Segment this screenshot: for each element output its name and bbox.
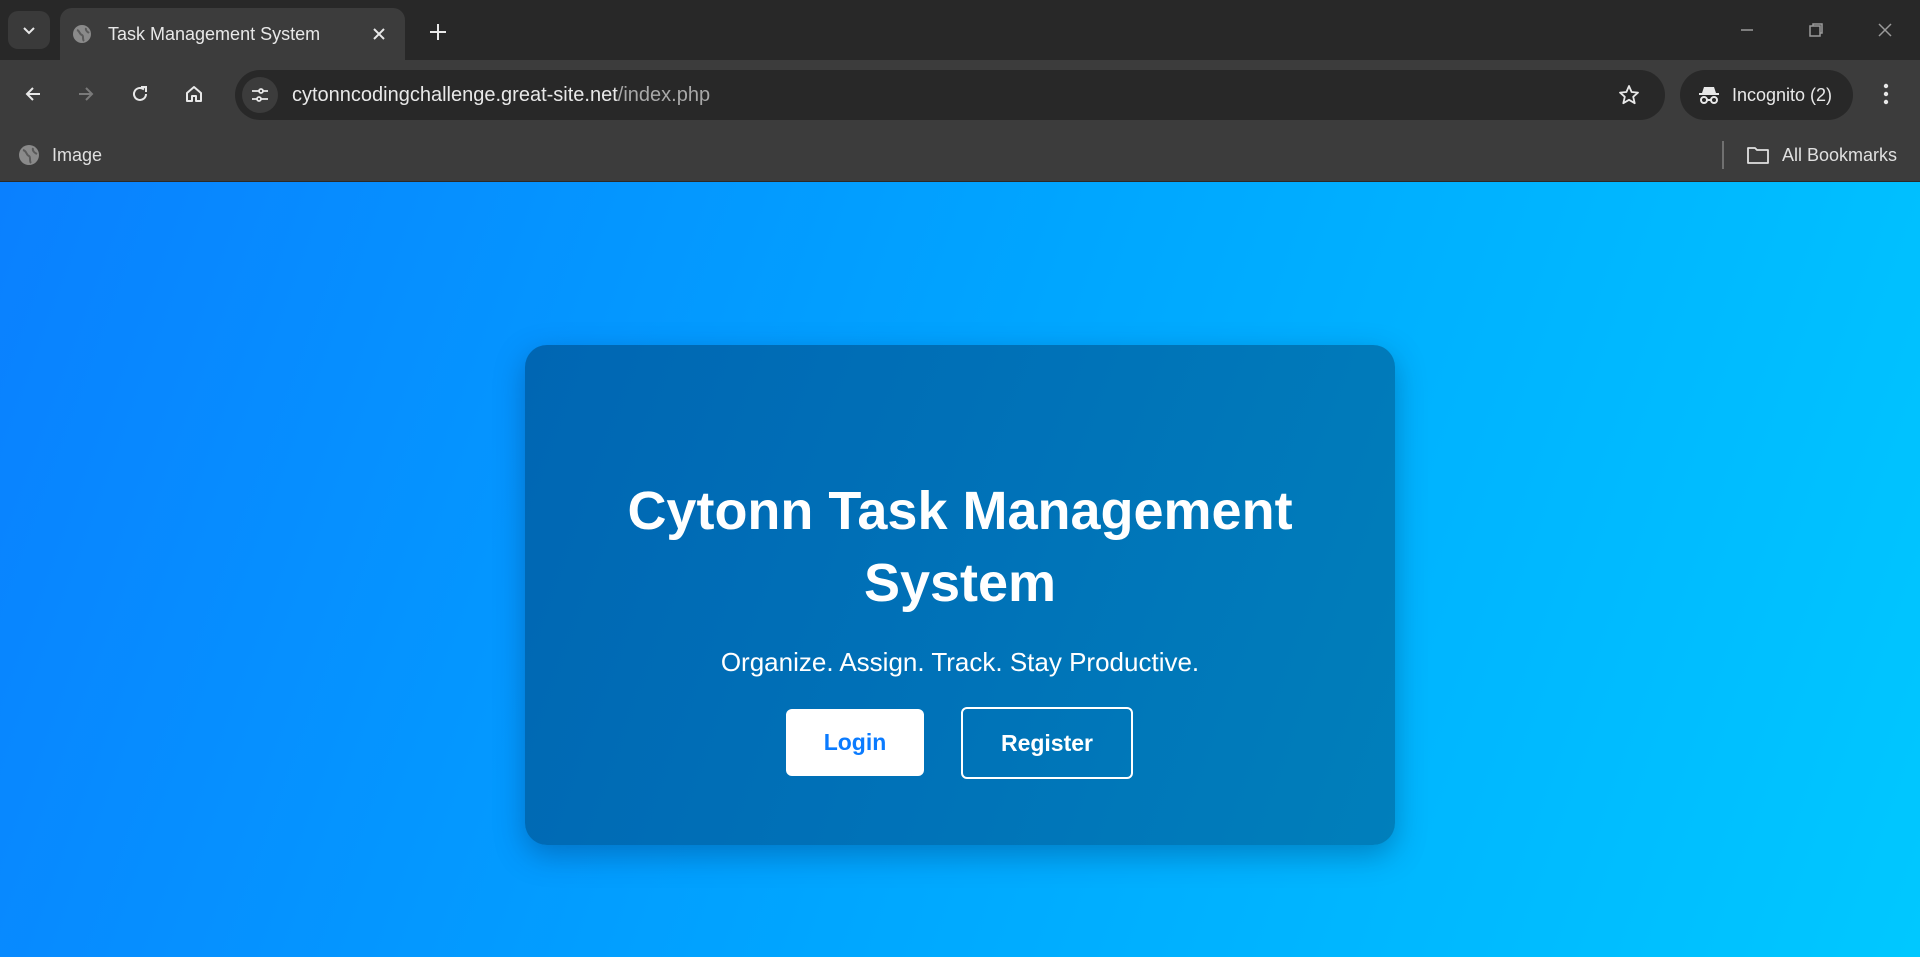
bookmark-label: Image	[52, 144, 103, 165]
chevron-down-icon	[23, 27, 35, 35]
address-bar[interactable]: cytonncodingchallenge.great-site.net/ind…	[235, 70, 1665, 120]
plus-icon	[430, 24, 446, 40]
url-domain: cytonncodingchallenge.great-site.net	[292, 83, 618, 106]
browser-toolbar: cytonncodingchallenge.great-site.net/ind…	[0, 60, 1920, 128]
new-tab-button[interactable]	[420, 14, 456, 50]
forward-button[interactable]	[66, 74, 106, 114]
home-icon	[186, 86, 202, 102]
minimize-icon	[1741, 29, 1753, 31]
arrow-left-icon	[25, 87, 40, 101]
url-path: /index.php	[617, 83, 711, 106]
reload-icon	[133, 86, 147, 101]
incognito-label: Incognito (2)	[1732, 84, 1833, 105]
register-button[interactable]: Register	[961, 707, 1133, 779]
bookmark-star-button[interactable]	[1609, 75, 1649, 115]
login-button[interactable]: Login	[786, 709, 924, 776]
star-icon	[1619, 85, 1639, 105]
url-text[interactable]: cytonncodingchallenge.great-site.net/ind…	[292, 84, 1609, 107]
back-button[interactable]	[13, 74, 53, 114]
tune-icon	[252, 88, 268, 102]
bookmarks-bar: Image All Bookmarks	[0, 128, 1920, 182]
bookmark-item-image[interactable]: Image	[18, 140, 102, 170]
browser-menu-button[interactable]	[1866, 74, 1906, 114]
page-background: Cytonn Task Management System Organize. …	[0, 182, 1920, 957]
bookmarks-divider	[1722, 141, 1724, 169]
incognito-icon	[1699, 87, 1719, 104]
restore-icon	[1809, 23, 1823, 37]
close-icon[interactable]	[367, 22, 391, 46]
all-bookmarks-label: All Bookmarks	[1782, 144, 1898, 165]
arrow-right-icon	[79, 87, 94, 101]
tagline: Organize. Assign. Track. Stay Productive…	[720, 647, 1200, 677]
all-bookmarks-button[interactable]: All Bookmarks	[1746, 140, 1897, 170]
page-title: Cytonn Task Management System	[627, 481, 1293, 613]
incognito-profile-button[interactable]: Incognito (2)	[1680, 70, 1853, 120]
globe-icon	[19, 145, 39, 165]
tab-search-button[interactable]	[8, 11, 50, 49]
tab-strip: Task Management System	[0, 0, 1920, 60]
hero-card: Cytonn Task Management System Organize. …	[525, 345, 1395, 845]
tab-task-management[interactable]: Task Management System	[60, 8, 405, 60]
minimize-button[interactable]	[1724, 10, 1770, 50]
tab-title: Task Management System	[108, 23, 321, 44]
close-icon	[1878, 23, 1892, 37]
home-button[interactable]	[174, 74, 214, 114]
reload-button[interactable]	[120, 74, 160, 114]
site-info-button[interactable]	[242, 77, 278, 113]
close-window-button[interactable]	[1862, 10, 1908, 50]
globe-icon	[72, 24, 92, 44]
more-vertical-icon	[1883, 83, 1889, 105]
folder-icon	[1747, 147, 1769, 164]
restore-button[interactable]	[1793, 10, 1839, 50]
